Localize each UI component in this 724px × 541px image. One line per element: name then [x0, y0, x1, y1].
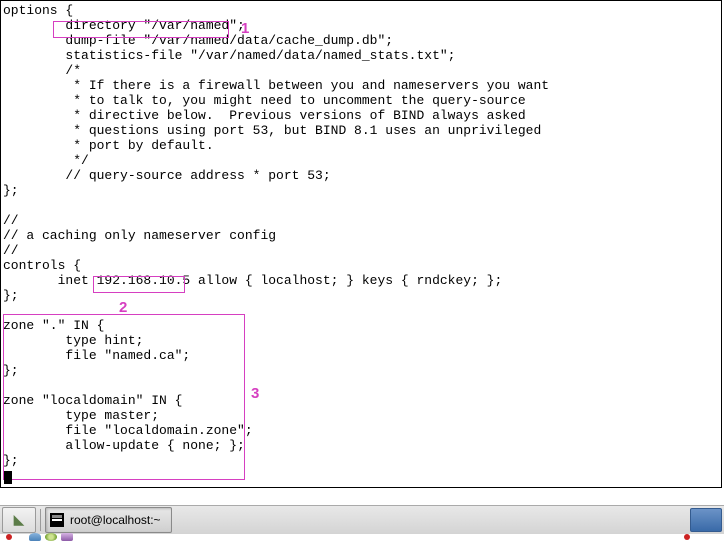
taskbar: ◣ root@localhost:~: [0, 505, 724, 534]
start-button[interactable]: ◣: [2, 507, 36, 533]
mini-icon-1: [29, 533, 41, 541]
annotation-3: 3: [251, 385, 259, 402]
annotation-2: 2: [119, 299, 127, 316]
text-cursor: [4, 471, 12, 484]
taskbar-item-terminal[interactable]: root@localhost:~: [45, 507, 172, 533]
system-tray[interactable]: [690, 508, 722, 532]
terminal-icon: [50, 513, 64, 527]
annotation-1: 1: [241, 20, 249, 37]
mini-icon-2: [45, 533, 57, 541]
mini-icon-3: [61, 533, 73, 541]
terminal-viewport[interactable]: options { directory "/var/named"; dump-f…: [0, 0, 722, 488]
foot-icon: ◣: [14, 512, 25, 529]
partial-text: [16, 533, 19, 541]
taskbar-item-label: root@localhost:~: [70, 513, 161, 527]
record-icon: [6, 534, 12, 540]
status-icon: [684, 534, 690, 540]
browser-tab-strip: [0, 533, 724, 541]
config-file-text: options { directory "/var/named"; dump-f…: [3, 3, 549, 468]
taskbar-divider: [40, 509, 41, 531]
